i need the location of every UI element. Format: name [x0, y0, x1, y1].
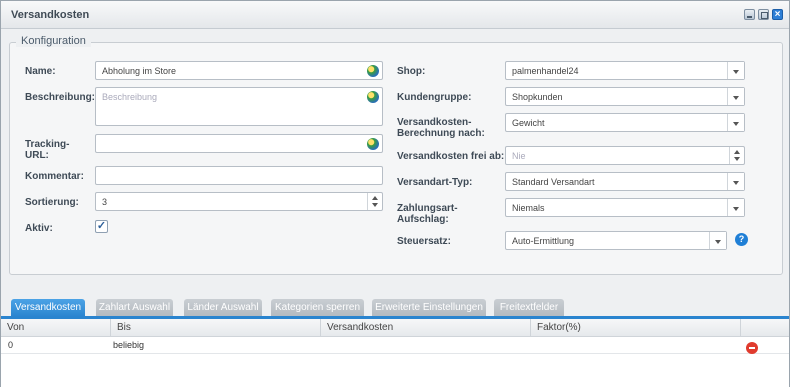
tab-zahlart-auswahl[interactable]: Zahlart Auswahl	[96, 299, 173, 317]
tracking-url-field[interactable]	[95, 134, 383, 153]
sort-label: Sortierung:	[25, 197, 79, 208]
column-header-von[interactable]: Von	[1, 319, 111, 337]
chevron-down-icon[interactable]	[727, 199, 744, 216]
chevron-down-icon[interactable]	[727, 62, 744, 79]
customergroup-value: Shopkunden	[512, 92, 563, 102]
window-titlebar[interactable]: Versandkosten ×	[1, 1, 789, 29]
name-field[interactable]: Abholung im Store	[95, 61, 383, 80]
grid-header: Von Bis Versandkosten Faktor(%)	[1, 319, 789, 337]
active-label: Aktiv:	[25, 223, 53, 234]
comment-label: Kommentar:	[25, 171, 84, 182]
description-field[interactable]: Beschreibung	[95, 87, 383, 126]
chevron-down-icon[interactable]	[709, 232, 726, 249]
tab-versandkosten[interactable]: Versandkosten	[11, 299, 85, 317]
type-value: Standard Versandart	[512, 177, 595, 187]
delete-icon[interactable]	[746, 342, 758, 354]
globe-icon[interactable]	[367, 138, 379, 150]
column-header-bis[interactable]: Bis	[111, 319, 321, 337]
window-title: Versandkosten	[11, 9, 90, 21]
tax-label: Steuersatz:	[397, 236, 451, 247]
minimize-icon[interactable]	[744, 9, 755, 20]
shop-label: Shop:	[397, 66, 426, 77]
column-header-faktor[interactable]: Faktor(%)	[531, 319, 741, 337]
surcharge-label: Zahlungsart- Aufschlag:	[397, 203, 458, 225]
calc-select[interactable]: Gewicht	[505, 113, 745, 132]
description-label: Beschreibung:	[25, 92, 96, 103]
chevron-down-icon[interactable]	[727, 173, 744, 190]
close-icon[interactable]: ×	[772, 9, 783, 20]
free-from-spinner[interactable]	[729, 147, 744, 164]
shop-select[interactable]: palmenhandel24	[505, 61, 745, 80]
sort-spinner[interactable]	[367, 193, 382, 210]
shipping-cost-window: Versandkosten × Konfiguration Name: Abho…	[0, 0, 790, 387]
tab-kategorien-sperren[interactable]: Kategorien sperren	[271, 299, 364, 317]
description-placeholder: Beschreibung	[102, 92, 158, 102]
free-from-placeholder: Nie	[512, 151, 526, 161]
globe-icon[interactable]	[367, 91, 379, 103]
column-header-versandkosten[interactable]: Versandkosten	[321, 319, 531, 337]
fieldset-legend: Konfiguration	[16, 35, 91, 47]
chevron-down-icon[interactable]	[727, 88, 744, 105]
free-from-label: Versandkosten frei ab:	[397, 151, 505, 162]
calc-value: Gewicht	[512, 118, 545, 128]
active-checkbox[interactable]: ✓	[95, 220, 108, 233]
customergroup-select[interactable]: Shopkunden	[505, 87, 745, 106]
name-value: Abholung im Store	[102, 66, 177, 76]
tab-freitextfelder[interactable]: Freitextfelder	[494, 299, 564, 317]
tax-value: Auto-Ermittlung	[512, 236, 575, 246]
tracking-url-label: Tracking- URL:	[25, 139, 70, 161]
name-label: Name:	[25, 66, 56, 77]
surcharge-value: Niemals	[512, 203, 545, 213]
table-row[interactable]: 0 beliebig	[1, 337, 789, 354]
surcharge-select[interactable]: Niemals	[505, 198, 745, 217]
help-icon[interactable]: ?	[735, 233, 748, 246]
globe-icon[interactable]	[367, 65, 379, 77]
type-label: Versandart-Typ:	[397, 177, 473, 188]
tab-laender-auswahl[interactable]: Länder Auswahl	[184, 299, 262, 317]
type-select[interactable]: Standard Versandart	[505, 172, 745, 191]
shipping-cost-grid: Von Bis Versandkosten Faktor(%) 0 belieb…	[1, 319, 789, 387]
free-from-stepper[interactable]: Nie	[505, 146, 745, 165]
chevron-down-icon[interactable]	[727, 114, 744, 131]
customergroup-label: Kundengruppe:	[397, 92, 472, 103]
shop-value: palmenhandel24	[512, 66, 579, 76]
calc-label: Versandkosten- Berechnung nach:	[397, 117, 485, 139]
sort-value: 3	[102, 197, 108, 207]
tab-erweiterte-einstellungen[interactable]: Erweiterte Einstellungen	[372, 299, 486, 317]
cell-bis[interactable]: beliebig	[113, 340, 144, 350]
sort-stepper[interactable]: 3	[95, 192, 383, 211]
cell-von[interactable]: 0	[8, 340, 13, 350]
tax-select[interactable]: Auto-Ermittlung	[505, 231, 727, 250]
maximize-icon[interactable]	[758, 9, 769, 20]
comment-field[interactable]	[95, 166, 383, 185]
